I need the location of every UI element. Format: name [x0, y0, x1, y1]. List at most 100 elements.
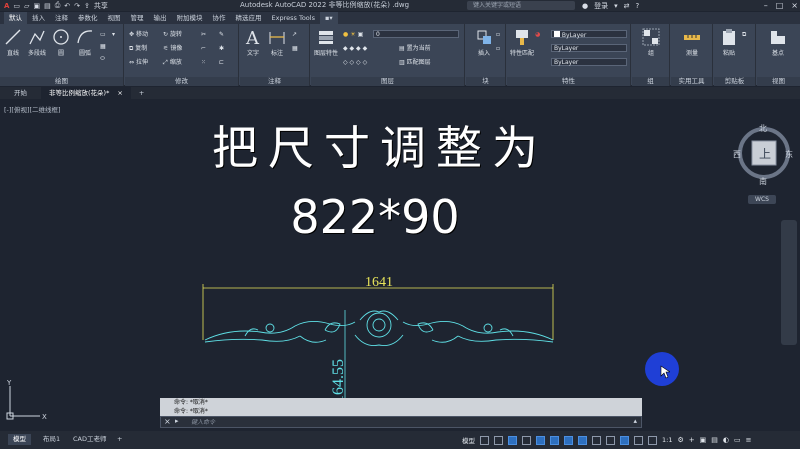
tab-annotate[interactable]: 注释: [50, 12, 73, 24]
clipboard-panel-label[interactable]: 剪贴板: [714, 77, 755, 86]
layout-tab-layout1[interactable]: 布局1: [38, 434, 65, 445]
mirror-tool[interactable]: ⚟ 镜像: [163, 44, 182, 53]
viewcube[interactable]: 上 北 南 东 西: [733, 122, 795, 188]
polyline-tool[interactable]: 多段线: [26, 28, 48, 57]
annotation-visibility-icon[interactable]: [634, 435, 643, 445]
edit-block-icon[interactable]: ▫: [496, 44, 500, 53]
share-icon[interactable]: ⇪: [84, 2, 90, 10]
ellipse-icon[interactable]: ⬭: [100, 54, 105, 63]
dynamic-input-icon[interactable]: [508, 435, 517, 445]
line-tool[interactable]: 直线: [2, 28, 24, 57]
color-wheel-icon[interactable]: ◕: [535, 30, 540, 39]
set-current-button[interactable]: ▤ 置为当前: [399, 44, 431, 53]
navigation-bar[interactable]: [781, 220, 797, 345]
compass-west[interactable]: 西: [733, 150, 741, 159]
tab-collaborate[interactable]: 协作: [208, 12, 231, 24]
viewcube-face-top[interactable]: 上: [759, 147, 771, 161]
file-tab-start[interactable]: 开始: [0, 87, 41, 99]
isodraft-icon[interactable]: [550, 435, 559, 445]
add-layout-button[interactable]: +: [112, 434, 127, 445]
ribbon-toggle-icon[interactable]: ▪▾: [319, 12, 338, 24]
dimension-tool[interactable]: 标注: [266, 28, 288, 57]
save-as-icon[interactable]: ▤: [44, 2, 51, 10]
command-input[interactable]: 键入命令: [191, 418, 215, 427]
tab-default[interactable]: 默认: [4, 12, 27, 24]
minimize-icon[interactable]: –: [764, 1, 768, 10]
new-tab-button[interactable]: +: [131, 87, 152, 99]
command-customize-icon[interactable]: ▸: [175, 417, 179, 425]
rotate-tool[interactable]: ↻ 旋转: [163, 30, 182, 39]
wcs-menu-button[interactable]: WCS: [748, 195, 776, 204]
compass-east[interactable]: 东: [785, 149, 793, 159]
tab-insert[interactable]: 插入: [27, 12, 50, 24]
properties-panel-label[interactable]: 特性: [507, 77, 630, 86]
vertical-dimension[interactable]: 164.55: [330, 310, 347, 403]
base-point-tool[interactable]: 基点: [767, 28, 789, 57]
plot-icon[interactable]: ⎙: [55, 1, 61, 10]
annotation-scale[interactable]: 1:1: [662, 436, 672, 444]
exchange-icon[interactable]: ⇄: [624, 2, 630, 10]
trim-icon[interactable]: ✂: [201, 30, 206, 39]
leader-icon[interactable]: ↗: [292, 30, 297, 39]
erase-icon[interactable]: ✎: [219, 30, 224, 39]
layer-state-icons[interactable]: ● ☀ ▣: [343, 30, 363, 39]
stretch-tool[interactable]: ⇔ 拉伸: [129, 58, 148, 67]
paste-tool[interactable]: 粘贴: [718, 28, 740, 57]
selection-cycling-icon[interactable]: [620, 435, 629, 445]
help-icon[interactable]: ?: [636, 2, 640, 10]
lineweight-dropdown[interactable]: ByLayer: [551, 44, 627, 52]
match-properties-tool[interactable]: 特性匹配: [509, 28, 535, 57]
tab-addins[interactable]: 附加模块: [172, 12, 208, 24]
tab-view[interactable]: 视图: [103, 12, 126, 24]
layer-dropdown[interactable]: 0: [373, 30, 459, 38]
view-panel-label[interactable]: 视图: [757, 77, 800, 86]
modify-panel-label[interactable]: 修改: [125, 77, 238, 86]
isolate-objects-icon[interactable]: ◐: [723, 436, 729, 444]
text-tool[interactable]: A 文字: [242, 28, 264, 57]
annotation-monitor-icon[interactable]: +: [689, 436, 695, 444]
draw-more-icon[interactable]: ▾: [112, 30, 115, 39]
auto-scale-icon[interactable]: [648, 435, 657, 445]
maximize-icon[interactable]: □: [776, 1, 784, 10]
app-menu-icon[interactable]: A: [4, 2, 9, 10]
layers-panel-label[interactable]: 图层: [311, 77, 464, 86]
login-button[interactable]: 登录: [594, 1, 608, 11]
rectangle-icon[interactable]: ▭: [100, 30, 106, 39]
workspace-gear-icon[interactable]: ⚙: [677, 436, 683, 444]
array-icon[interactable]: ⁙: [201, 58, 206, 67]
layout-tab-custom[interactable]: CAD工老师: [68, 434, 112, 445]
compass-north[interactable]: 北: [759, 124, 767, 133]
utilities-panel-label[interactable]: 实用工具: [671, 77, 712, 86]
redo-icon[interactable]: ↷: [74, 2, 80, 10]
layer-tools-row-2[interactable]: ◇ ◇ ◇ ◇: [343, 58, 367, 67]
close-icon[interactable]: ×: [791, 1, 798, 10]
insert-tool[interactable]: 插入: [470, 28, 498, 57]
grid-icon[interactable]: [480, 435, 489, 445]
circle-tool[interactable]: 圆: [50, 28, 72, 57]
customize-icon[interactable]: ≡: [746, 436, 752, 444]
quick-properties-icon[interactable]: ▤: [711, 436, 718, 444]
scale-tool[interactable]: ⤢ 缩放: [163, 58, 182, 67]
search-input[interactable]: 键入关键字或短语: [467, 1, 575, 10]
lineweight-icon[interactable]: [592, 435, 601, 445]
match-layer-button[interactable]: ▥ 匹配图层: [399, 58, 431, 67]
linetype-dropdown[interactable]: ByLayer: [551, 58, 627, 66]
move-tool[interactable]: ✥ 移动: [129, 30, 148, 39]
tab-parametric[interactable]: 参数化: [73, 12, 103, 24]
groups-panel-label[interactable]: 组: [632, 77, 669, 86]
measure-tool[interactable]: 测量: [681, 28, 703, 57]
model-space-button[interactable]: 模型: [462, 435, 475, 445]
layer-properties-tool[interactable]: 图层特性: [313, 28, 339, 57]
ortho-icon[interactable]: [522, 435, 531, 445]
color-dropdown[interactable]: ByLayer: [551, 30, 627, 39]
command-input-row[interactable]: × ▸ 键入命令 ▴: [160, 416, 642, 428]
hatch-icon[interactable]: ▦: [100, 42, 106, 51]
new-file-icon[interactable]: ▭: [13, 2, 20, 10]
clean-screen-icon[interactable]: ▭: [734, 436, 741, 444]
tab-express-tools[interactable]: Express Tools: [267, 12, 320, 24]
draw-panel-label[interactable]: 绘图: [0, 77, 123, 86]
tab-manage[interactable]: 管理: [126, 12, 149, 24]
copy-tool[interactable]: ⧉ 复制: [129, 44, 147, 53]
save-icon[interactable]: ▣: [33, 2, 40, 10]
close-tab-icon[interactable]: ×: [117, 89, 122, 97]
